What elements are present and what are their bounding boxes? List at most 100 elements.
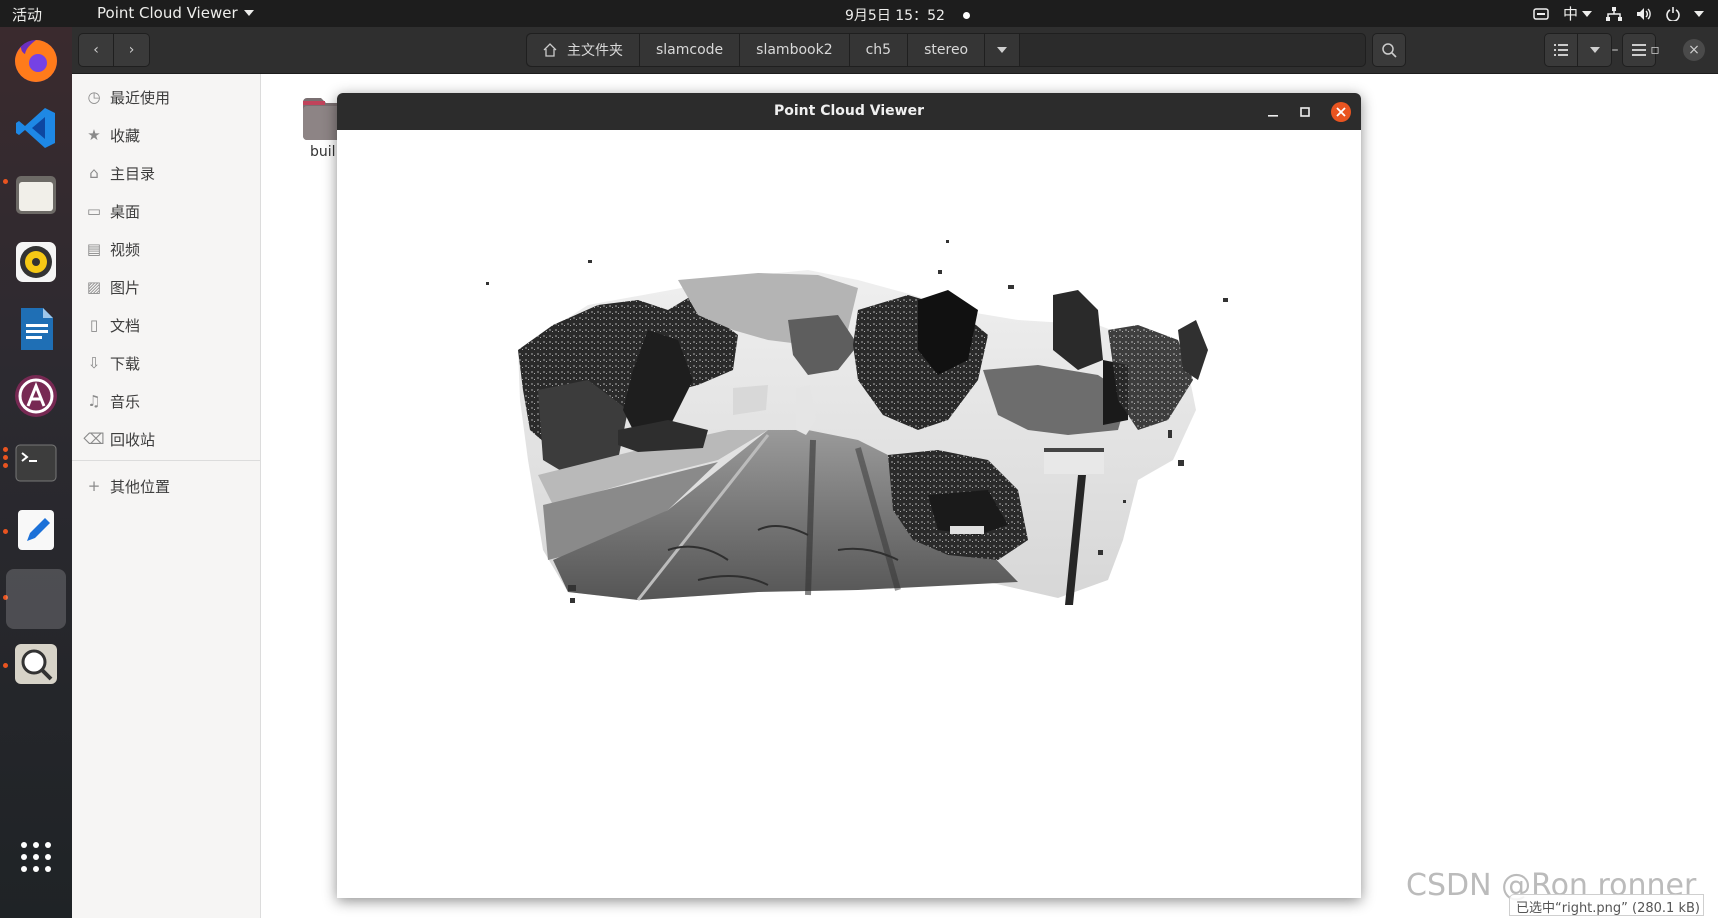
chevron-right-icon: › [128, 42, 135, 58]
dock-image-viewer[interactable] [8, 636, 64, 692]
writer-icon [21, 308, 53, 350]
breadcrumb-stereo[interactable]: stereo [908, 34, 986, 66]
close-icon: × [1688, 42, 1700, 58]
activities-button[interactable]: 活动 [12, 4, 42, 25]
sidebar-item-home[interactable]: ⌂ 主目录 [72, 156, 260, 190]
sidebar-item-label: 桌面 [110, 202, 141, 221]
sidebar-item-desktop[interactable]: ▭ 桌面 [72, 194, 260, 228]
chevron-down-icon [243, 10, 254, 16]
sidebar-item-label: 文档 [110, 316, 141, 335]
viewer-maximize-button[interactable] [1295, 102, 1315, 122]
files-icon [16, 176, 56, 214]
point-cloud-canvas[interactable] [338, 130, 1360, 898]
restore-icon: ▫ [1650, 42, 1660, 58]
viewer-minimize-button[interactable] [1263, 102, 1283, 122]
download-icon: ⇩ [87, 354, 101, 372]
vscode-icon [16, 108, 55, 148]
dock-files[interactable] [8, 167, 64, 223]
sidebar-item-other-locations[interactable]: + 其他位置 [72, 469, 260, 503]
volume-icon[interactable] [1636, 7, 1652, 21]
show-apps-icon [21, 842, 51, 872]
sidebar-item-recent[interactable]: ◷ 最近使用 [72, 80, 260, 114]
dock-writer[interactable] [8, 301, 64, 357]
image-viewer-icon [15, 644, 57, 684]
sidebar-item-trash[interactable]: ⌫ 回收站 [72, 422, 260, 456]
dock-text-editor[interactable] [8, 502, 64, 558]
forward-button[interactable]: › [114, 33, 150, 67]
power-icon[interactable] [1666, 6, 1680, 21]
input-method-label: 中 [1562, 5, 1578, 23]
sidebar-item-label: 图片 [110, 278, 141, 297]
app-menu-label: Point Cloud Viewer [97, 4, 238, 22]
back-button[interactable]: ‹ [78, 33, 114, 67]
sidebar-item-documents[interactable]: ▯ 文档 [72, 308, 260, 342]
breadcrumb-label: ch5 [865, 42, 892, 58]
sidebar-item-label: 主目录 [110, 164, 156, 183]
file-manager-header: ‹ › 主文件夹 slamcode slambook2 ch5 stereo –… [72, 27, 1718, 74]
sidebar-item-label: 音乐 [110, 392, 141, 411]
sidebar-item-label: 收藏 [110, 126, 141, 145]
clock-text: 9月5日 15：52 [845, 8, 945, 24]
terminal-icon [15, 444, 57, 482]
folder-label[interactable]: buil [310, 144, 336, 160]
point-cloud-viewer-window: Point Cloud Viewer [337, 93, 1361, 898]
breadcrumb-label: slambook2 [756, 42, 833, 58]
music-icon: ♫ [87, 392, 101, 410]
home-icon: ⌂ [89, 164, 99, 182]
sidebar-item-downloads[interactable]: ⇩ 下载 [72, 346, 260, 380]
dock-software[interactable] [8, 368, 64, 424]
top-bar: 活动 Point Cloud Viewer 9月5日 15：52 中 [0, 0, 1718, 27]
minimize-icon: – [1611, 42, 1619, 58]
keyboard-icon[interactable] [1533, 7, 1549, 20]
breadcrumb-slambook2[interactable]: slambook2 [740, 34, 850, 66]
breadcrumb-label: slamcode [656, 42, 724, 58]
dock-show-apps[interactable] [8, 829, 64, 885]
desktop-icon: ▭ [86, 202, 102, 220]
maximize-icon [1300, 107, 1310, 117]
dock-terminal[interactable] [8, 435, 64, 491]
notification-dot-icon [962, 11, 970, 19]
chevron-down-icon [1589, 47, 1600, 53]
network-icon[interactable] [1606, 6, 1622, 21]
close-icon [1336, 107, 1346, 117]
point-cloud-render [486, 240, 1228, 605]
software-icon [15, 375, 57, 417]
viewer-title-bar[interactable]: Point Cloud Viewer [337, 93, 1361, 130]
sidebar-item-videos[interactable]: ▤ 视频 [72, 232, 260, 266]
text-editor-icon [18, 510, 54, 550]
minimize-icon [1268, 115, 1278, 117]
chevron-left-icon: ‹ [93, 42, 99, 58]
sidebar-item-label: 视频 [110, 240, 141, 259]
sidebar-item-starred[interactable]: ★ 收藏 [72, 118, 260, 152]
sidebar-item-pictures[interactable]: ▨ 图片 [72, 270, 260, 304]
sidebar: ◷ 最近使用 ★ 收藏 ⌂ 主目录 ▭ 桌面 ▤ 视频 ▨ 图片 ▯ 文档 ⇩ 下载 ♫ 音乐 ⌫… [72, 74, 261, 918]
breadcrumb-slamcode[interactable]: slamcode [640, 34, 741, 66]
close-button[interactable]: × [1683, 39, 1705, 61]
system-menu-chevron-icon[interactable] [1694, 10, 1704, 17]
dock-firefox[interactable] [8, 33, 64, 89]
sidebar-divider [72, 460, 260, 461]
sidebar-item-music[interactable]: ♫ 音乐 [72, 384, 260, 418]
clock-icon: ◷ [87, 88, 101, 106]
picture-icon: ▨ [86, 278, 102, 296]
input-method-menu[interactable]: 中 [1563, 3, 1592, 24]
selection-status: 已选中“right.png” (280.1 kB) [1509, 894, 1704, 916]
breadcrumb-home[interactable]: 主文件夹 [527, 34, 640, 66]
dock-point-cloud-viewer[interactable] [6, 569, 66, 629]
clock[interactable]: 9月5日 15：52 [845, 5, 970, 25]
dock-vscode[interactable] [8, 100, 64, 156]
plus-icon: + [87, 477, 101, 495]
sidebar-item-label: 最近使用 [110, 88, 171, 107]
star-icon: ★ [87, 126, 101, 144]
maximize-button[interactable]: ▫ [1644, 39, 1666, 61]
search-button[interactable] [1372, 33, 1406, 67]
dock-rhythmbox[interactable] [8, 234, 64, 290]
sidebar-item-label: 其他位置 [110, 477, 171, 496]
breadcrumb-ch5[interactable]: ch5 [849, 34, 909, 66]
viewer-close-button[interactable] [1331, 102, 1351, 122]
list-view-button[interactable] [1544, 33, 1578, 67]
minimize-button[interactable]: – [1604, 39, 1626, 61]
app-menu[interactable]: Point Cloud Viewer [97, 4, 254, 22]
sidebar-item-label: 回收站 [110, 430, 156, 449]
breadcrumb-menu-button[interactable] [985, 34, 1021, 66]
